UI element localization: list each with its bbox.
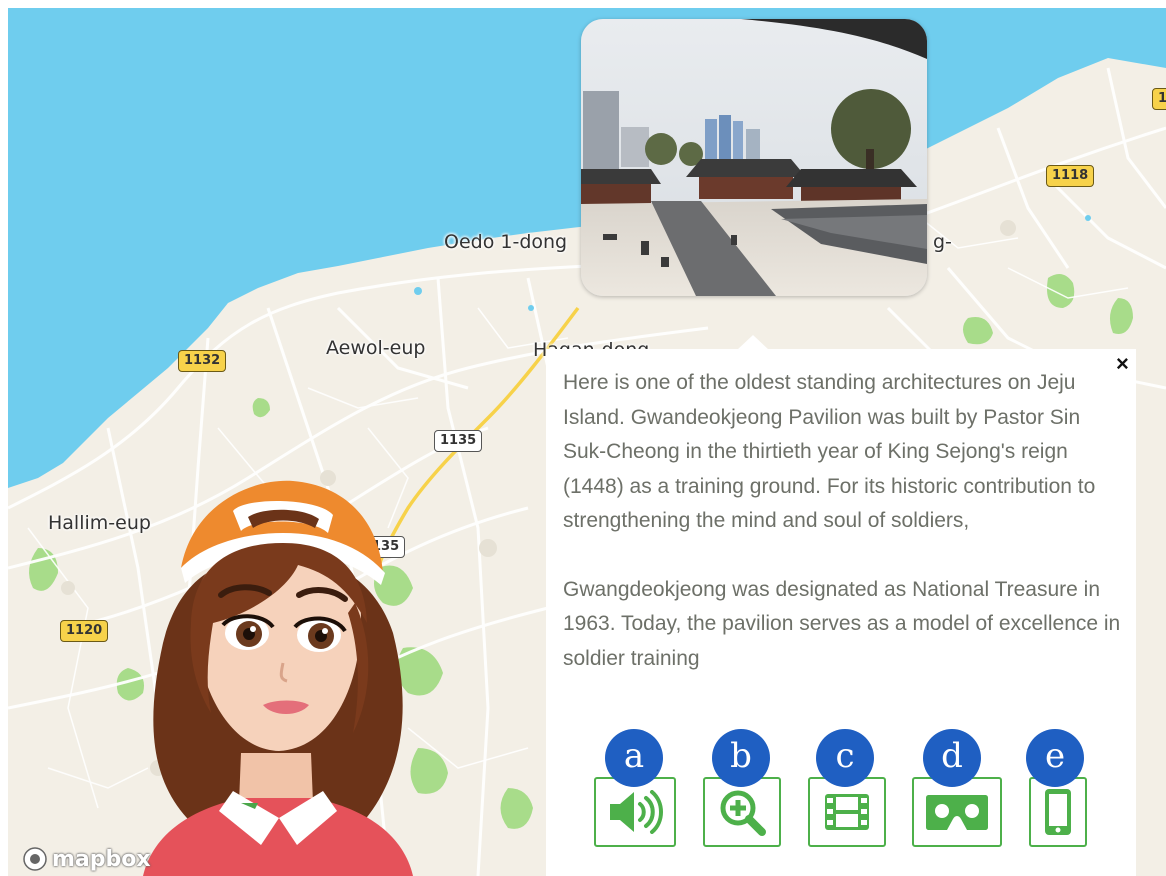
guide-avatar[interactable] [123, 473, 428, 876]
video-button[interactable] [808, 777, 886, 847]
badge-d: d [923, 729, 981, 787]
road-shield-edge: 1 [1152, 88, 1166, 110]
zoom-in-icon [720, 790, 766, 836]
badge-b: b [712, 729, 770, 787]
popup-paragraph-2: Gwangdeokjeong was designated as Nationa… [563, 577, 1121, 670]
badge-a: a [605, 729, 663, 787]
road-shield-1135: 1135 [434, 430, 483, 452]
app-frame: Oedo 1-dong g- Aewol-eup Hagan-dong Hall… [8, 8, 1166, 876]
pavilion-photo[interactable] [581, 19, 927, 296]
place-label-aewol: Aewol-eup [326, 337, 426, 359]
place-label-oedo: Oedo 1-dong [444, 231, 568, 253]
mobile-button[interactable] [1029, 777, 1087, 847]
road-shield-1118: 1118 [1046, 165, 1095, 187]
film-icon [825, 794, 869, 830]
popup-description: Here is one of the oldest standing archi… [563, 366, 1123, 734]
vr-button[interactable] [912, 777, 1002, 847]
badge-c: c [816, 729, 874, 787]
zoom-button[interactable] [703, 777, 781, 847]
mapbox-attribution-text: mapbox [52, 846, 151, 872]
road-shield-1132: 1132 [178, 350, 227, 372]
smartphone-icon [1045, 789, 1071, 835]
mapbox-attribution[interactable]: mapbox [22, 846, 151, 872]
popup-paragraph-1: Here is one of the oldest standing archi… [563, 371, 1096, 532]
mapbox-logo-icon [23, 847, 47, 871]
audio-button[interactable] [594, 777, 676, 847]
speaker-icon [610, 790, 663, 834]
popup-tip [737, 335, 769, 350]
vr-headset-icon [926, 795, 988, 830]
road-shield-1120: 1120 [60, 620, 109, 642]
place-label-oedo-right: g- [933, 231, 952, 253]
badge-e: e [1026, 729, 1084, 787]
